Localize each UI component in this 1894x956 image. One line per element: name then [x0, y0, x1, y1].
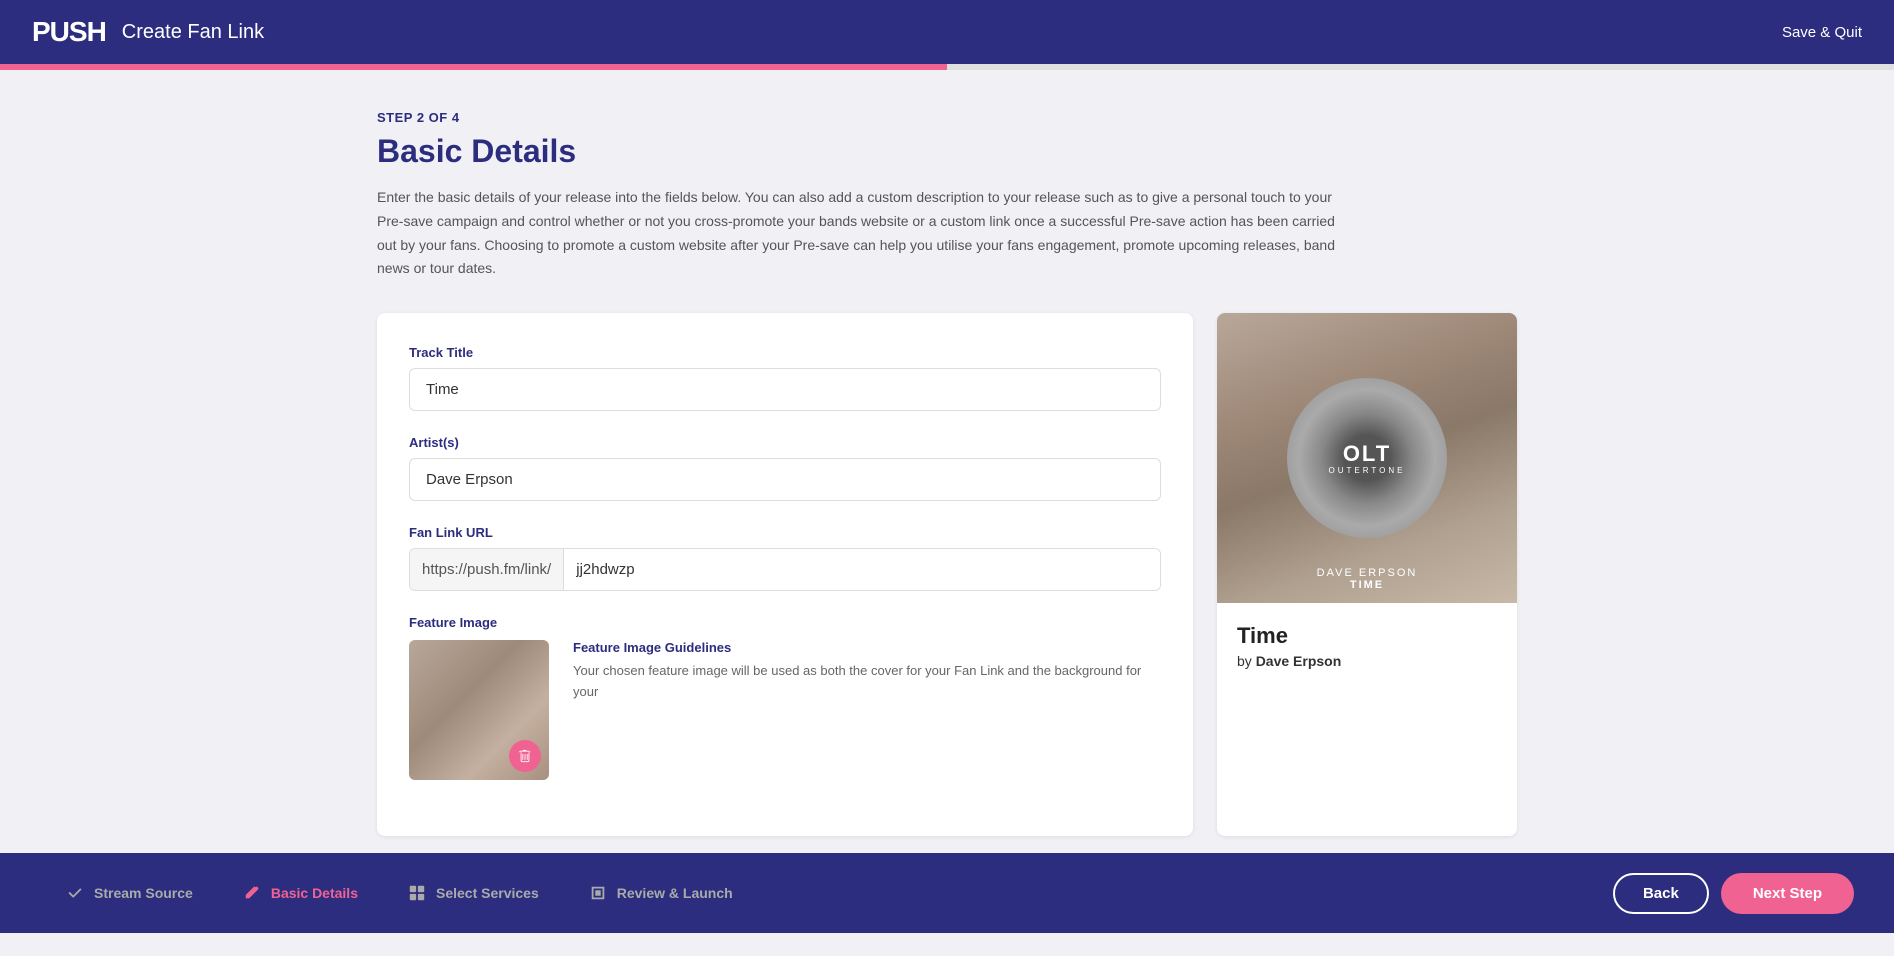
image-guidelines-text: Your chosen feature image will be used a… [573, 661, 1161, 703]
header-left: PUSH Create Fan Link [32, 16, 264, 48]
check-icon [64, 882, 86, 904]
fan-link-suffix-input[interactable] [564, 549, 1160, 590]
nav-steps: Stream Source Basic Details Select Servi… [40, 882, 757, 904]
preview-artist-name: Dave Erpson [1256, 653, 1342, 669]
preview-logo-sub: OUTERTONE [1329, 466, 1406, 475]
nav-step-review-launch[interactable]: Review & Launch [563, 882, 757, 904]
feature-image-row: Feature Image Guidelines Your chosen fea… [409, 640, 1161, 780]
main-content: STEP 2 OF 4 Basic Details Enter the basi… [297, 70, 1597, 956]
nav-step-basic-details[interactable]: Basic Details [217, 882, 382, 904]
artists-label: Artist(s) [409, 435, 1161, 450]
footer-nav: Stream Source Basic Details Select Servi… [0, 853, 1894, 933]
nav-step-review-launch-label: Review & Launch [617, 885, 733, 901]
checkmark-svg [66, 884, 84, 902]
fan-link-input-wrapper: https://push.fm/link/ [409, 548, 1161, 591]
grid-icon [406, 882, 428, 904]
edit-icon [241, 882, 263, 904]
preview-artist-prefix: by [1237, 653, 1252, 669]
image-guidelines: Feature Image Guidelines Your chosen fea… [573, 640, 1161, 703]
track-title-input[interactable] [409, 368, 1161, 411]
content-grid: Track Title Artist(s) Fan Link URL https… [377, 313, 1517, 836]
page-header-title: Create Fan Link [122, 21, 264, 44]
preview-album-label: DAVE ERPSON TIME [1317, 567, 1418, 591]
next-step-button[interactable]: Next Step [1721, 873, 1854, 914]
step-label: STEP 2 OF 4 [377, 110, 1517, 125]
fan-link-url-group: Fan Link URL https://push.fm/link/ [409, 525, 1161, 591]
feature-image-group: Feature Image F [409, 615, 1161, 780]
feature-image-thumb [409, 640, 549, 780]
app-logo: PUSH [32, 16, 106, 48]
preview-album-artist: DAVE ERPSON [1317, 567, 1418, 579]
edit-svg [243, 884, 261, 902]
back-button[interactable]: Back [1613, 873, 1709, 914]
page-title: Basic Details [377, 133, 1517, 170]
trash-icon [518, 749, 532, 763]
track-title-label: Track Title [409, 345, 1161, 360]
track-title-group: Track Title [409, 345, 1161, 411]
preview-album-title: TIME [1317, 579, 1418, 591]
feature-image-label: Feature Image [409, 615, 1161, 630]
nav-step-stream-source-label: Stream Source [94, 885, 193, 901]
preview-circle: OLT OUTERTONE [1287, 378, 1447, 538]
save-quit-button[interactable]: Save & Quit [1782, 24, 1862, 41]
form-card: Track Title Artist(s) Fan Link URL https… [377, 313, 1193, 836]
delete-image-button[interactable] [509, 740, 541, 772]
rocket-icon [587, 882, 609, 904]
nav-step-select-services[interactable]: Select Services [382, 882, 563, 904]
fan-link-url-label: Fan Link URL [409, 525, 1161, 540]
nav-step-select-services-label: Select Services [436, 885, 539, 901]
nav-buttons: Back Next Step [1613, 873, 1854, 914]
nav-step-stream-source[interactable]: Stream Source [40, 882, 217, 904]
page-description: Enter the basic details of your release … [377, 186, 1337, 281]
image-guidelines-title: Feature Image Guidelines [573, 640, 1161, 655]
preview-album-art: OLT OUTERTONE DAVE ERPSON TIME [1217, 313, 1517, 603]
preview-card: OLT OUTERTONE DAVE ERPSON TIME Time by D… [1217, 313, 1517, 836]
grid-svg [408, 884, 426, 902]
app-header: PUSH Create Fan Link Save & Quit [0, 0, 1894, 64]
preview-artist: by Dave Erpson [1237, 653, 1497, 669]
fan-link-prefix: https://push.fm/link/ [410, 549, 564, 590]
rocket-svg [589, 884, 607, 902]
nav-step-basic-details-label: Basic Details [271, 885, 358, 901]
preview-logo-text: OLT [1329, 442, 1406, 466]
artists-input[interactable] [409, 458, 1161, 501]
preview-track-title: Time [1237, 623, 1497, 649]
artists-group: Artist(s) [409, 435, 1161, 501]
preview-info: Time by Dave Erpson [1217, 603, 1517, 685]
